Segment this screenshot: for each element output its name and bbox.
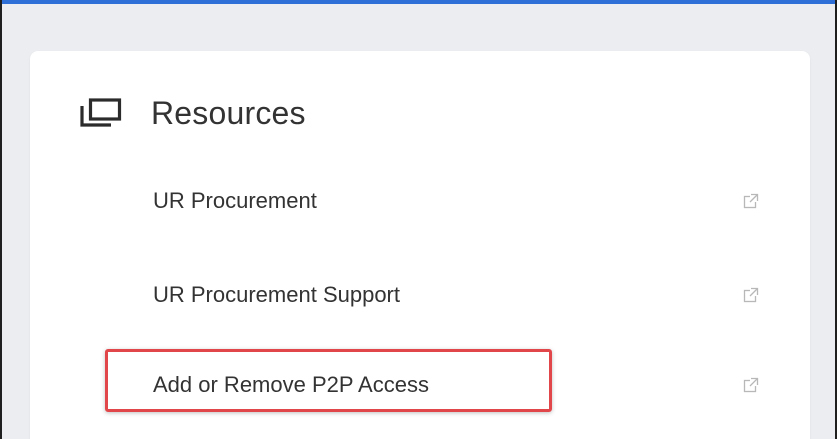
resources-header: Resources: [78, 93, 306, 133]
resource-link-ur-procurement-support[interactable]: UR Procurement Support: [30, 265, 810, 325]
stacked-windows-icon: [80, 98, 122, 127]
resource-link-add-remove-p2p-access[interactable]: Add or Remove P2P Access: [30, 355, 810, 415]
resources-title: Resources: [151, 95, 306, 131]
external-link-icon[interactable]: [743, 287, 759, 303]
external-link-icon[interactable]: [743, 377, 759, 393]
resources-card: Resources UR Procurement UR Procurement …: [30, 51, 810, 439]
resource-link-label[interactable]: Add or Remove P2P Access: [153, 370, 429, 400]
external-link-icon[interactable]: [743, 193, 759, 209]
window-border-left: [0, 0, 2, 439]
resource-link-label[interactable]: UR Procurement Support: [153, 280, 400, 310]
resource-link-label[interactable]: UR Procurement: [153, 186, 317, 216]
top-accent-strip: [0, 0, 837, 4]
resource-link-ur-procurement[interactable]: UR Procurement: [30, 171, 810, 231]
